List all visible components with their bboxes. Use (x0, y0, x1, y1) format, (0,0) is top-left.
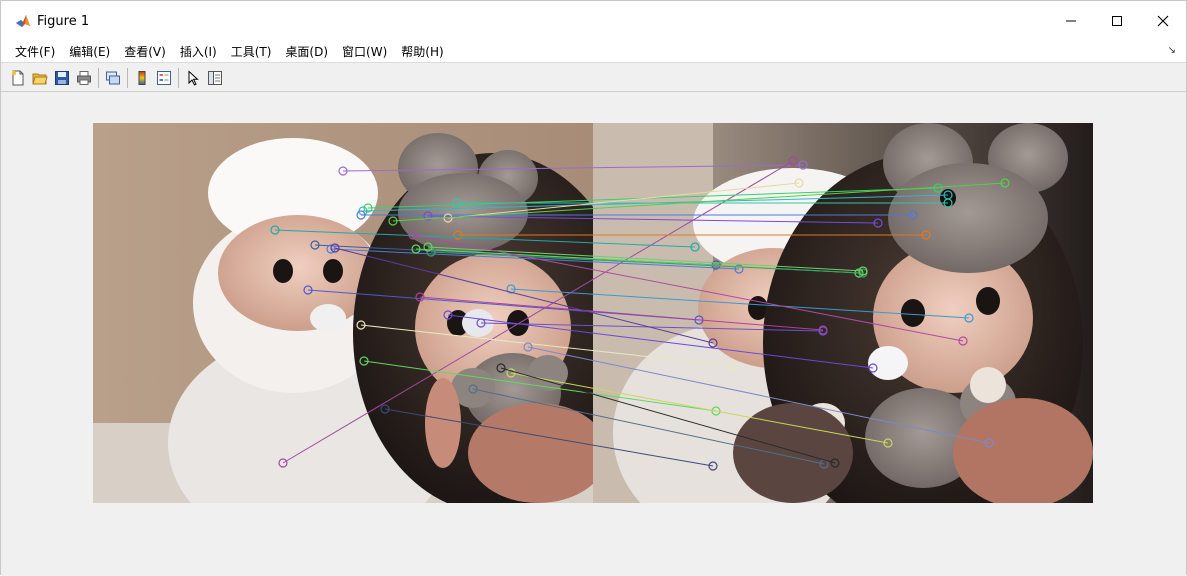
property-inspector-button[interactable] (204, 67, 226, 89)
maximize-button[interactable] (1094, 1, 1140, 41)
open-file-button[interactable] (29, 67, 51, 89)
title-bar: Figure 1 (1, 1, 1186, 41)
close-button[interactable] (1140, 1, 1186, 41)
window-controls (1048, 1, 1186, 41)
print-icon (77, 70, 91, 85)
menu-window[interactable]: 窗口(W) (335, 41, 394, 63)
menu-insert[interactable]: 插入(I) (173, 41, 224, 63)
save-icon (55, 70, 69, 85)
figure-toolbar (1, 64, 1186, 92)
toolbar-separator (98, 67, 99, 88)
menu-tools[interactable]: 工具(T) (224, 41, 279, 63)
close-icon (1157, 15, 1169, 27)
link-plot-button[interactable] (102, 67, 124, 89)
save-button[interactable] (51, 67, 73, 89)
figure-canvas (1, 93, 1186, 576)
window-title: Figure 1 (37, 13, 90, 29)
menu-overflow-icon[interactable]: ↘ (1168, 45, 1176, 56)
toolbar-separator (178, 67, 179, 88)
print-button[interactable] (73, 67, 95, 89)
matlab-logo-icon (15, 13, 31, 29)
minimize-icon (1066, 20, 1076, 22)
edit-plot-button[interactable] (182, 67, 204, 89)
colorbar-icon (138, 70, 146, 85)
link-plot-icon (106, 71, 120, 84)
left-photo (93, 123, 593, 503)
menu-desktop[interactable]: 桌面(D) (278, 41, 335, 63)
legend-button[interactable] (153, 67, 175, 89)
open-file-icon (32, 73, 48, 84)
minimize-button[interactable] (1048, 1, 1094, 41)
new-figure-button[interactable] (7, 67, 29, 89)
new-figure-icon (11, 70, 24, 85)
colorbar-button[interactable] (131, 67, 153, 89)
figure-window: Figure 1 文件(F) 编辑(E) 查看(V) 插入(I) 工具(T) 桌… (0, 0, 1187, 576)
property-inspector-icon (208, 70, 222, 85)
edit-plot-arrow-icon (188, 69, 199, 86)
menu-file[interactable]: 文件(F) (8, 41, 62, 63)
menu-bar: 文件(F) 编辑(E) 查看(V) 插入(I) 工具(T) 桌面(D) 窗口(W… (1, 41, 1186, 63)
toolbar-separator (127, 67, 128, 88)
matched-images-figure (93, 123, 1093, 503)
maximize-icon (1112, 16, 1122, 26)
menu-view[interactable]: 查看(V) (117, 41, 173, 63)
menu-help[interactable]: 帮助(H) (394, 41, 450, 63)
menu-edit[interactable]: 编辑(E) (62, 41, 117, 63)
right-photo (593, 123, 1093, 503)
legend-icon (157, 70, 171, 85)
